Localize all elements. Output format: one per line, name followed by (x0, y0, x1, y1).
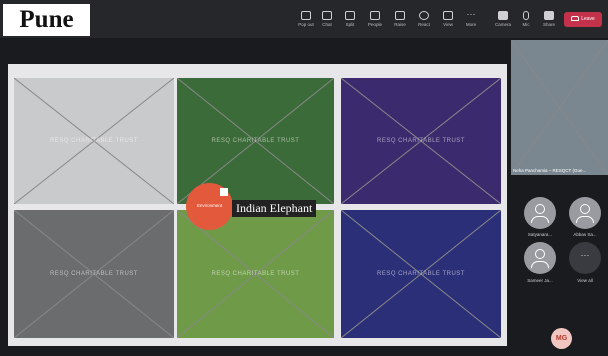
badge-text: Environment (196, 203, 223, 208)
participant-avatar[interactable] (524, 197, 556, 229)
image-tile-elephant-herd: RESQ CHARITABLE TRUST (14, 78, 174, 204)
people-icon (370, 11, 380, 20)
image-tile-aerial-grey: RESQ CHARITABLE TRUST (14, 210, 174, 338)
participant-name: Satyanara... (527, 232, 553, 237)
self-avatar[interactable]: MG (551, 328, 572, 349)
share-button[interactable]: Share (535, 11, 563, 27)
share-icon (544, 11, 554, 20)
watermark: RESQ CHARITABLE TRUST (211, 271, 300, 278)
watermark: RESQ CHARITABLE TRUST (211, 138, 300, 145)
view-all-label: View all (577, 278, 593, 283)
grid-icon (220, 188, 228, 196)
chat-icon (322, 11, 332, 20)
camera-icon (498, 11, 508, 20)
image-tile-farm-fields: RESQ CHARITABLE TRUST (177, 210, 334, 338)
more-button[interactable]: ··· More (457, 9, 485, 28)
more-icon: ··· (466, 9, 476, 19)
person-icon (580, 204, 590, 214)
leave-button[interactable]: Leave (564, 12, 602, 27)
raise-hand-icon (395, 11, 405, 20)
slide-caption: Indian Elephant (232, 200, 317, 217)
watermark: RESQ CHARITABLE TRUST (377, 271, 465, 278)
participant-avatar[interactable] (569, 197, 601, 229)
city-label: Pune (3, 4, 90, 36)
participant-name: Abbas Sa... (573, 232, 597, 237)
view-icon (443, 11, 453, 20)
image-tile-thermal-night: RESQ CHARITABLE TRUST (341, 210, 501, 338)
environment-badge: Environment (186, 183, 233, 230)
meeting-toolbar: Pune Pop out Chat Split People Raise Rea… (0, 0, 608, 38)
pop-out-icon (301, 11, 311, 20)
participant-name: Sameer Ja... (527, 278, 553, 283)
watermark: RESQ CHARITABLE TRUST (50, 138, 138, 145)
watermark: RESQ CHARITABLE TRUST (377, 138, 465, 145)
mic-icon (523, 11, 529, 20)
split-button[interactable]: Split (336, 11, 364, 27)
participant-avatar[interactable] (524, 242, 556, 274)
person-icon (535, 249, 545, 259)
view-all-button[interactable]: ··· (569, 242, 601, 274)
watermark: RESQ CHARITABLE TRUST (50, 271, 138, 278)
speaker-name: Neha Panchamia – RESQCT (Gue... (513, 168, 587, 173)
split-icon (345, 11, 355, 20)
speaker-video: Neha Panchamia – RESQCT (Gue... (511, 40, 608, 175)
image-placeholder (511, 40, 608, 175)
image-tile-thermal-herd: RESQ CHARITABLE TRUST (341, 78, 501, 204)
phone-icon (571, 16, 580, 22)
react-icon (419, 11, 429, 20)
person-icon (535, 204, 545, 214)
people-button[interactable]: People (361, 11, 389, 27)
